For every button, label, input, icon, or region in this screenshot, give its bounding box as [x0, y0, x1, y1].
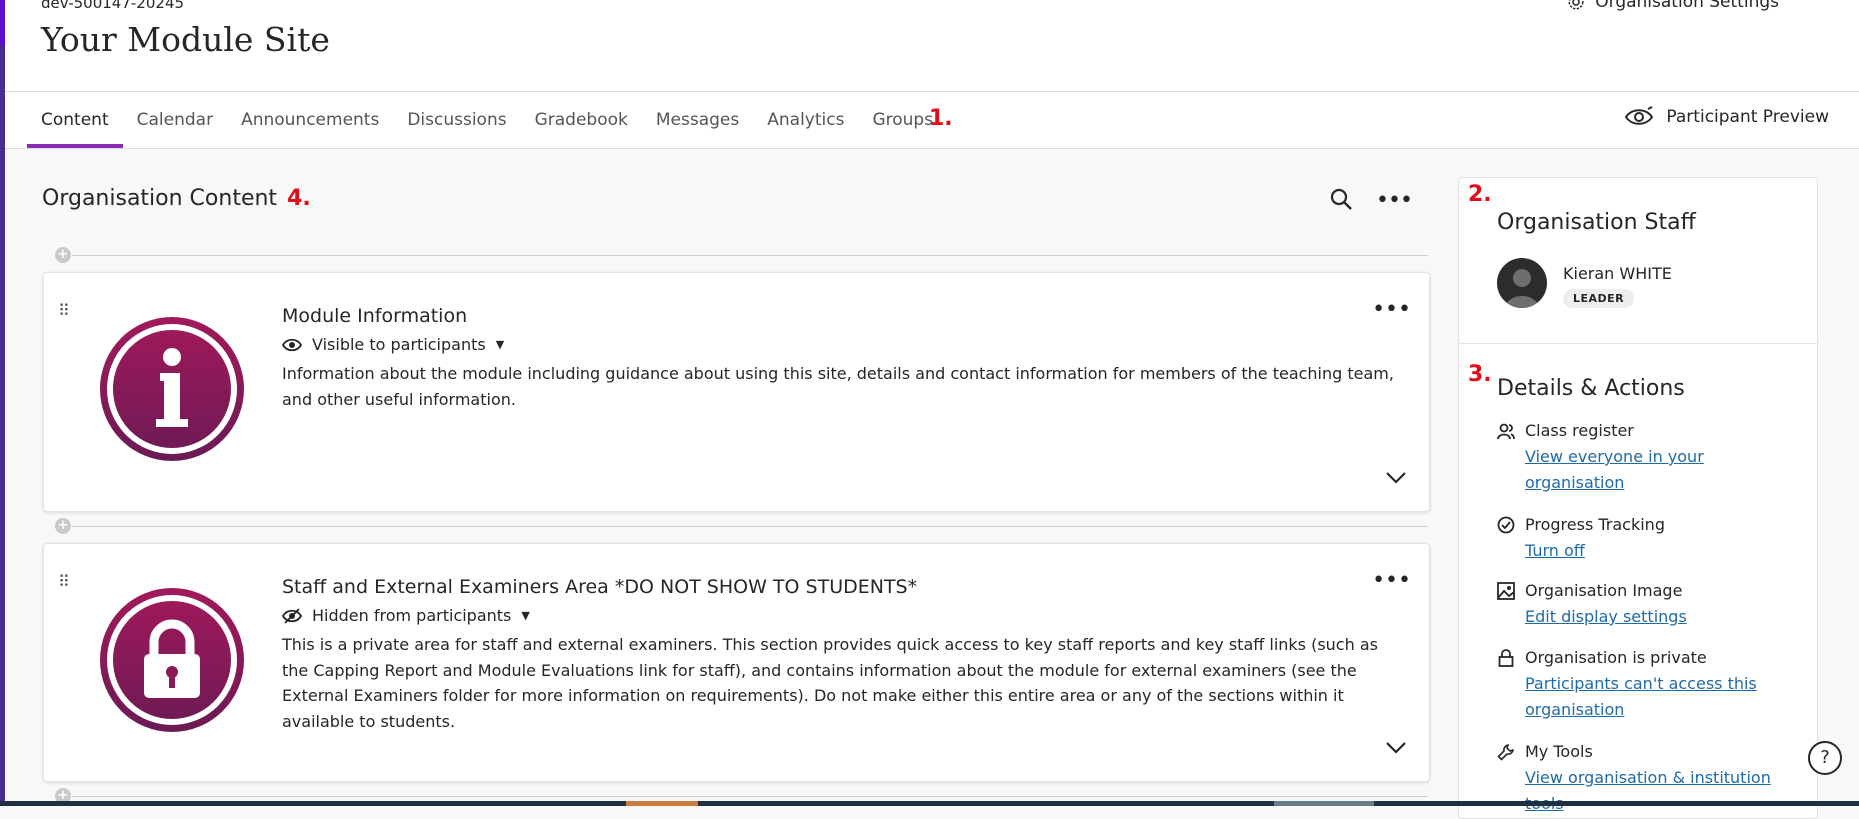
- drag-handle-icon[interactable]: ⠿: [58, 574, 70, 590]
- content-item-card: ⠿ Staff and External Examiners Area *DO …: [43, 543, 1430, 782]
- participant-preview-label: Participant Preview: [1666, 107, 1829, 127]
- taskbar-accent: [626, 801, 698, 806]
- nav-tabs: Content Calendar Announcements Discussio…: [27, 92, 947, 148]
- organisation-settings-label: Organisation Settings: [1595, 0, 1779, 12]
- search-icon: [1330, 188, 1352, 210]
- question-icon: ?: [1820, 747, 1830, 768]
- divider-line: [72, 796, 1428, 797]
- content-item-card: ⠿ Module Information Visible to particip…: [43, 272, 1430, 512]
- gear-icon: [1568, 0, 1584, 10]
- content-item-title[interactable]: Staff and External Examiners Area *DO NO…: [282, 576, 917, 598]
- organisation-settings-button[interactable]: Organisation Settings: [1567, 0, 1779, 12]
- action-label: Class register: [1525, 421, 1634, 440]
- content-item-description: This is a private area for staff and ext…: [282, 635, 1378, 731]
- eye-preview-icon: [1625, 106, 1654, 125]
- more-horizontal-icon: •••: [1376, 188, 1413, 213]
- organisation-staff-title: Organisation Staff: [1497, 210, 1696, 235]
- tab-analytics[interactable]: Analytics: [753, 92, 858, 148]
- tab-messages[interactable]: Messages: [642, 92, 753, 148]
- add-content-button[interactable]: +: [55, 247, 71, 263]
- item-more-options-button[interactable]: •••: [1372, 568, 1411, 593]
- content-item-description: Information about the module including g…: [282, 364, 1394, 409]
- visibility-dropdown[interactable]: Hidden from participants ▼: [282, 606, 530, 625]
- content-title: Organisation Content: [42, 186, 278, 211]
- section-divider: [1459, 343, 1817, 344]
- divider-line: [72, 526, 1428, 527]
- visibility-label: Hidden from participants: [312, 606, 512, 625]
- caret-down-icon: ▼: [521, 609, 530, 622]
- avatar: [1497, 258, 1547, 308]
- staff-name[interactable]: Kieran WHITE: [1563, 264, 1672, 283]
- tab-calendar[interactable]: Calendar: [123, 92, 227, 148]
- annotation-marker-1: 1.: [929, 106, 953, 131]
- action-label: Organisation Image: [1525, 581, 1683, 600]
- tab-content[interactable]: Content: [27, 92, 123, 148]
- action-class-register: Class register View everyone in your org…: [1497, 421, 1797, 496]
- annotation-marker-2: 2.: [1468, 182, 1492, 207]
- action-label: My Tools: [1525, 742, 1593, 761]
- eye-slash-icon: [282, 607, 302, 624]
- my-tools-link[interactable]: View organisation & institution tools: [1525, 765, 1797, 817]
- visibility-label: Visible to participants: [312, 335, 486, 354]
- details-sidebar: 2. Organisation Staff Kieran WHITE LEADE…: [1458, 177, 1818, 819]
- image-icon: [1497, 581, 1515, 600]
- tab-gradebook[interactable]: Gradebook: [521, 92, 642, 148]
- wrench-icon: [1497, 743, 1515, 761]
- expand-button[interactable]: [1385, 470, 1407, 489]
- add-content-divider: +: [48, 518, 1428, 534]
- content-item-title[interactable]: Module Information: [282, 305, 467, 327]
- taskbar: [0, 801, 1859, 806]
- annotation-marker-3: 3.: [1468, 362, 1492, 387]
- role-badge: LEADER: [1563, 289, 1635, 308]
- chevron-down-icon: [1386, 472, 1406, 484]
- more-horizontal-icon: •••: [1372, 297, 1411, 322]
- expand-button[interactable]: [1385, 740, 1407, 759]
- action-organisation-private: Organisation is private Participants can…: [1497, 648, 1797, 723]
- lock-icon: [1498, 648, 1514, 667]
- content-more-options-button[interactable]: •••: [1376, 188, 1413, 213]
- drag-handle-icon[interactable]: ⠿: [58, 303, 70, 319]
- check-circle-icon: [1497, 516, 1515, 533]
- class-register-link[interactable]: View everyone in your organisation: [1525, 444, 1797, 496]
- details-actions-title: Details & Actions: [1497, 376, 1685, 401]
- info-icon: [98, 315, 246, 463]
- add-content-button[interactable]: +: [55, 518, 71, 534]
- caret-down-icon: ▼: [495, 338, 505, 351]
- people-icon: [1497, 423, 1515, 439]
- action-label: Progress Tracking: [1525, 515, 1665, 534]
- tab-discussions[interactable]: Discussions: [393, 92, 520, 148]
- tab-announcements[interactable]: Announcements: [227, 92, 393, 148]
- staff-member[interactable]: Kieran WHITE LEADER: [1497, 258, 1672, 308]
- page-title: Your Module Site: [41, 20, 330, 59]
- page-header: dev-500147-20245 Your Module Site Organi…: [5, 0, 1859, 92]
- taskbar-accent: [1274, 801, 1374, 806]
- action-organisation-image: Organisation Image Edit display settings: [1497, 581, 1797, 630]
- visibility-dropdown[interactable]: Visible to participants ▼: [282, 335, 504, 354]
- add-content-divider: +: [48, 247, 1428, 263]
- annotation-marker-4: 4.: [287, 186, 311, 211]
- course-nav: Content Calendar Announcements Discussio…: [5, 92, 1859, 149]
- organisation-private-link[interactable]: Participants can't access this organisat…: [1525, 671, 1797, 723]
- organisation-image-link[interactable]: Edit display settings: [1525, 604, 1797, 630]
- progress-tracking-link[interactable]: Turn off: [1525, 538, 1797, 564]
- divider-line: [72, 255, 1428, 256]
- search-button[interactable]: [1328, 186, 1356, 214]
- action-label: Organisation is private: [1525, 648, 1707, 667]
- chevron-down-icon: [1386, 742, 1406, 754]
- more-horizontal-icon: •••: [1372, 568, 1411, 593]
- content-heading: Organisation Content 4.: [42, 186, 311, 211]
- help-button[interactable]: ?: [1808, 741, 1842, 775]
- action-progress-tracking: Progress Tracking Turn off: [1497, 515, 1797, 564]
- participant-preview-button[interactable]: Participant Preview: [1624, 106, 1829, 128]
- item-more-options-button[interactable]: •••: [1372, 297, 1411, 322]
- lock-icon: [98, 586, 246, 734]
- course-code: dev-500147-20245: [41, 0, 185, 12]
- eye-icon: [282, 338, 302, 351]
